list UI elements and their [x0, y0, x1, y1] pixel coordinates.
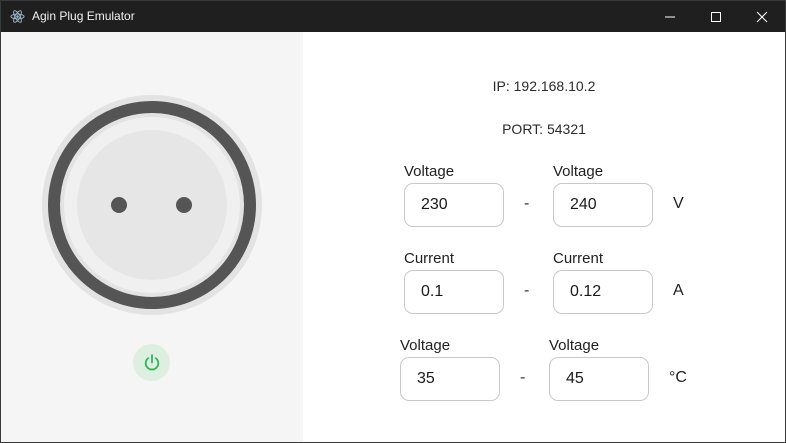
temperature-unit: °C: [669, 369, 687, 386]
current-max-input[interactable]: [553, 270, 653, 314]
current-min-label: Current: [404, 250, 455, 267]
power-icon: [144, 353, 159, 370]
app-window: Agin Plug Emulator IP: 192.168.10.2 PORT…: [0, 0, 786, 443]
range-separator: -: [520, 369, 526, 386]
temperature-max-label: Voltage: [549, 337, 600, 354]
power-button[interactable]: [133, 344, 170, 381]
socket-icon: [42, 95, 262, 315]
port-number: PORT: 54321: [502, 121, 586, 137]
temperature-max-input[interactable]: [549, 357, 649, 401]
maximize-button[interactable]: [693, 1, 739, 32]
current-max-label: Current: [553, 250, 604, 267]
electron-atom-icon: [10, 10, 25, 23]
range-separator: -: [524, 282, 530, 299]
close-button[interactable]: [739, 1, 785, 32]
title-bar[interactable]: Agin Plug Emulator: [1, 1, 785, 32]
voltage-max-label: Voltage: [553, 163, 604, 180]
plug-panel: [1, 32, 303, 442]
current-min-input[interactable]: [404, 270, 504, 314]
minimize-button[interactable]: [647, 1, 693, 32]
settings-panel: IP: 192.168.10.2 PORT: 54321 Voltage - V…: [303, 32, 785, 442]
current-unit: A: [673, 282, 684, 299]
voltage-max-input[interactable]: [553, 183, 653, 227]
temperature-min-input[interactable]: [400, 357, 500, 401]
ip-address: IP: 192.168.10.2: [492, 78, 596, 94]
minimize-icon: [665, 16, 675, 17]
maximize-icon: [711, 11, 721, 22]
voltage-min-input[interactable]: [404, 183, 504, 227]
window-title: Agin Plug Emulator: [32, 9, 135, 23]
close-icon: [756, 11, 768, 22]
voltage-min-label: Voltage: [404, 163, 455, 180]
range-separator: -: [524, 195, 530, 212]
temperature-min-label: Voltage: [400, 337, 451, 354]
voltage-unit: V: [673, 195, 684, 212]
